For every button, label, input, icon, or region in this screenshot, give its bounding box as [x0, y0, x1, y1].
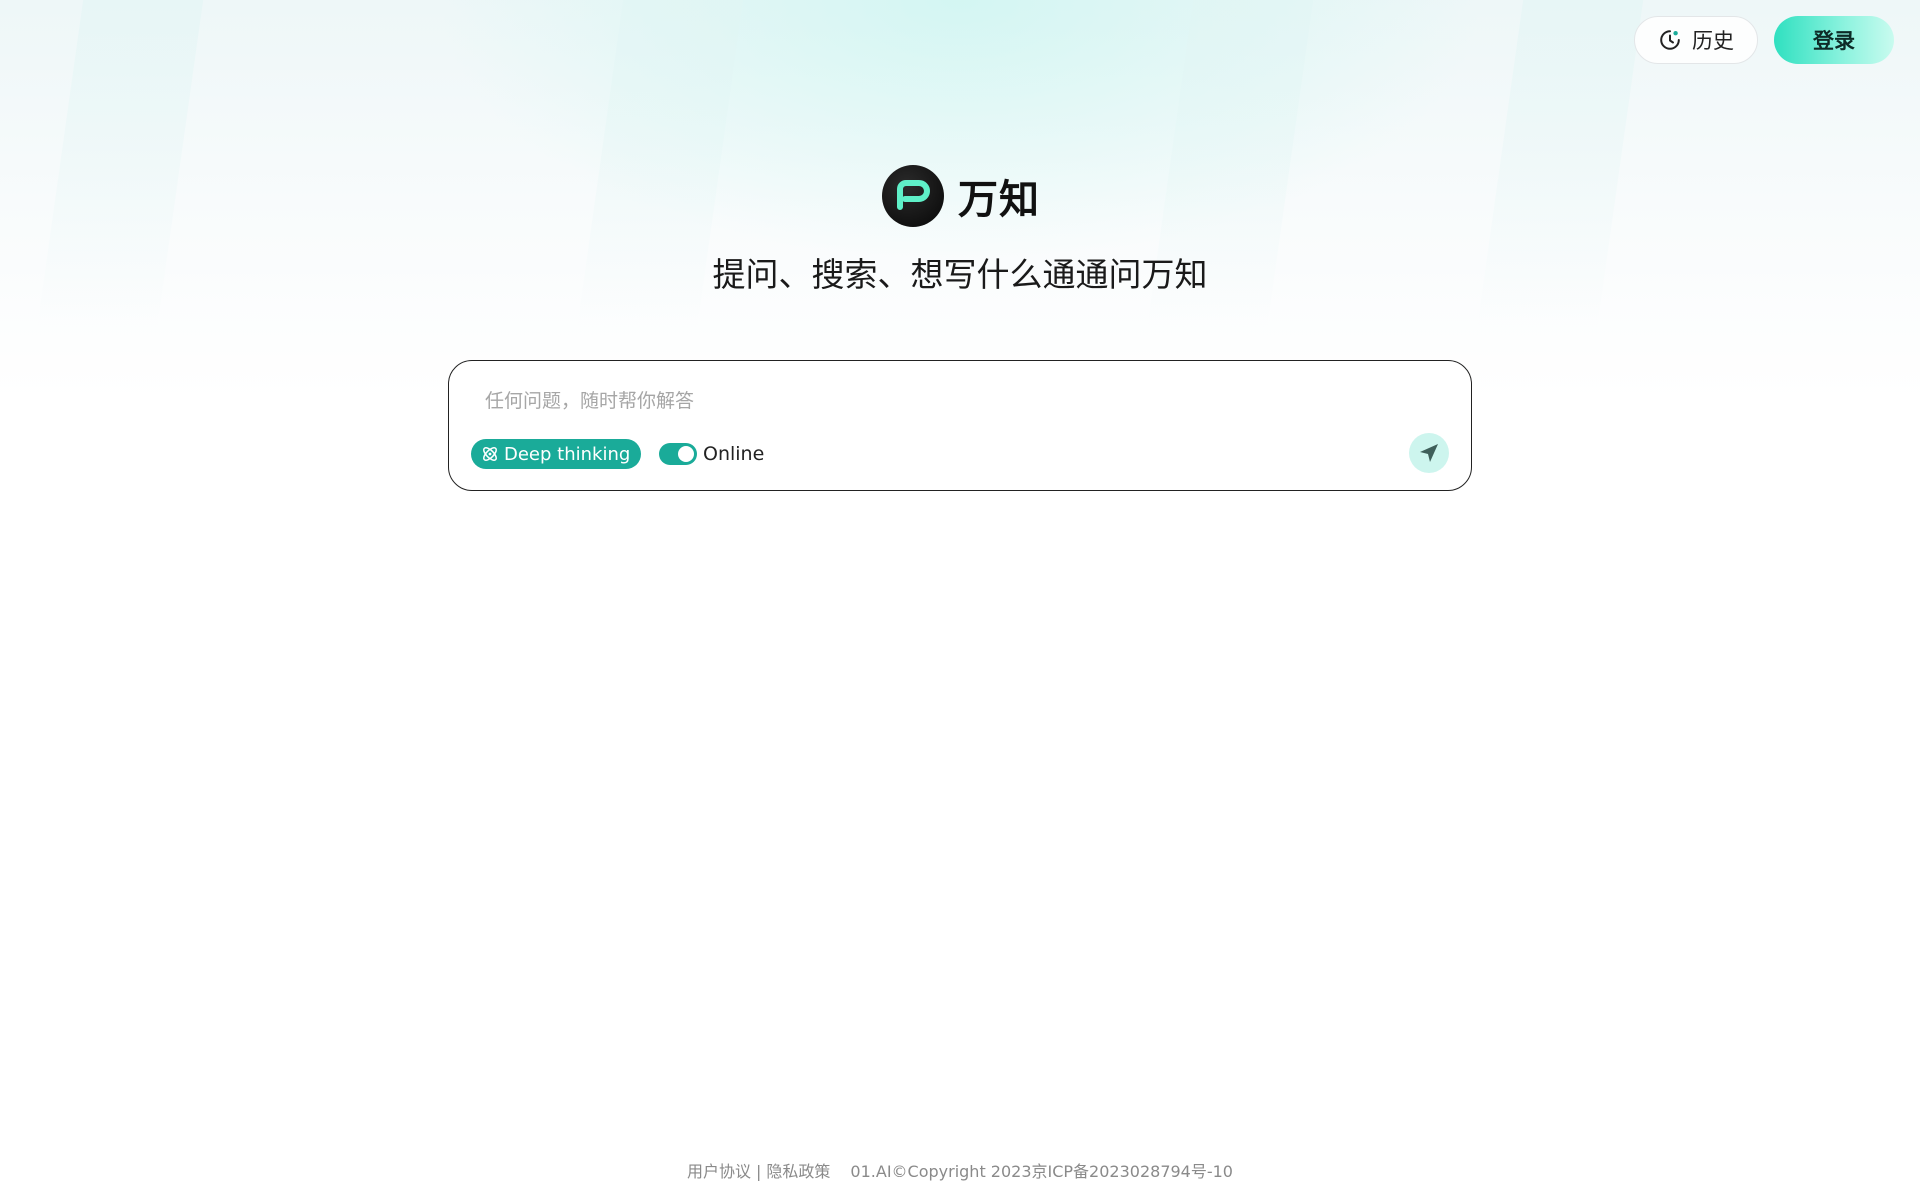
send-icon	[1418, 442, 1440, 464]
chat-composer: Deep thinking Online	[448, 360, 1472, 491]
online-toggle[interactable]: Online	[659, 441, 764, 467]
brand-name: 万知	[958, 177, 1040, 223]
history-button[interactable]: 历史	[1634, 16, 1758, 64]
switch-knob	[678, 446, 694, 462]
footer: 用户协议 | 隐私政策 01.AI©Copyright 2023京ICP备202302…	[0, 1158, 1920, 1182]
send-button[interactable]	[1409, 433, 1449, 473]
deep-thinking-button[interactable]: Deep thinking	[471, 439, 642, 469]
brand: 万知	[882, 165, 1040, 227]
online-switch[interactable]	[659, 443, 697, 465]
question-input[interactable]	[485, 383, 1385, 419]
history-label: 历史	[1692, 29, 1734, 53]
copyright-text: 01.AI©Copyright 2023京ICP备2023028794号-10	[850, 1162, 1233, 1181]
login-button[interactable]: 登录	[1774, 16, 1894, 64]
clock-icon	[1658, 28, 1682, 52]
tagline: 提问、搜索、想写什么通通问万知	[712, 255, 1208, 294]
atom-icon	[481, 445, 499, 463]
user-agreement-link[interactable]: 用户协议	[687, 1162, 751, 1181]
wanzhi-logo-icon	[882, 165, 944, 227]
online-label: Online	[703, 443, 765, 465]
footer-separator: |	[756, 1162, 762, 1181]
deep-thinking-label: Deep thinking	[504, 443, 631, 465]
page: 历史 登录 万知 提问、搜索、想写什么通通问万知 任何问题，随时帮你解答 Dee…	[0, 0, 1920, 1200]
privacy-policy-link[interactable]: 隐私政策	[766, 1162, 830, 1181]
